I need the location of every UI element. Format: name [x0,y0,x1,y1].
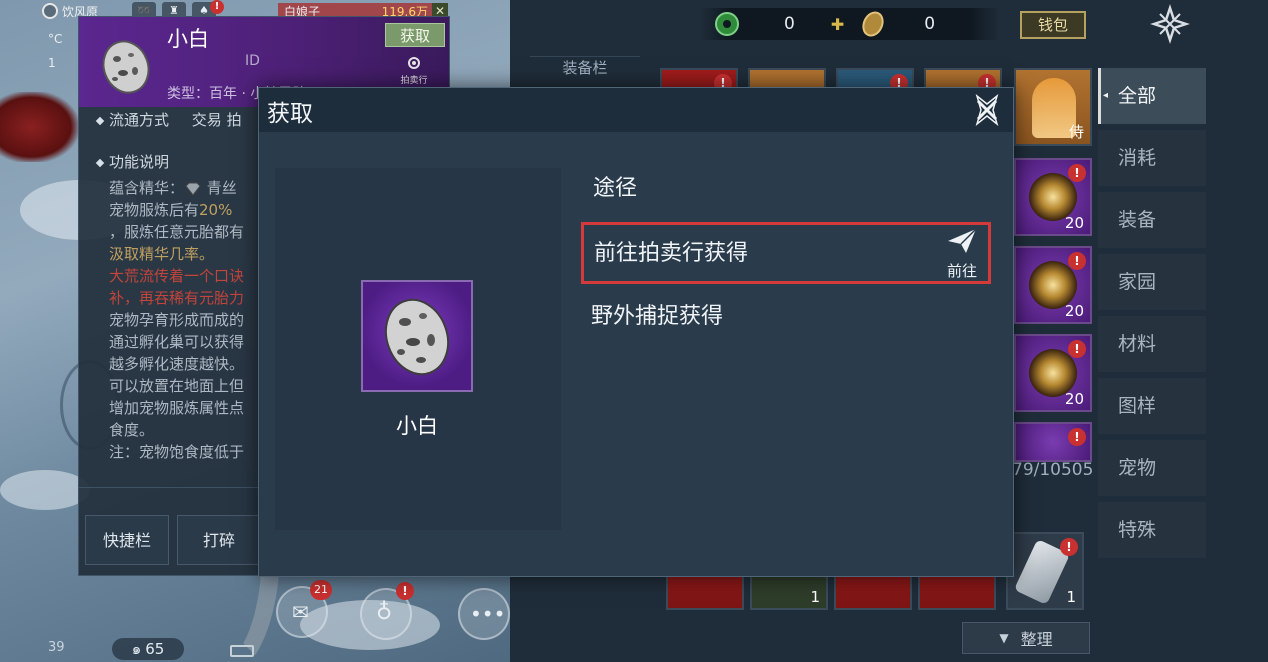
pet-egg-icon [384,298,450,376]
go-label: 前往 [946,262,977,280]
dialog-header: 获取 [259,88,1013,132]
route-auction-house[interactable]: 前往拍卖行获得 前往 [581,222,991,284]
obtain-dialog: 获取 小白 途径 前往拍卖行获得 前往 野外捕捉获得 [258,87,1014,577]
dialog-title: 获取 [267,101,313,127]
item-preview-icon [361,280,473,392]
go-button[interactable]: 前往 [942,227,982,279]
item-preview-name: 小白 [396,414,438,438]
route-section-title: 途径 [593,176,638,201]
route-label: 野外捕捉获得 [591,304,724,329]
close-icon[interactable] [971,94,1003,126]
route-wild-capture[interactable]: 野外捕捉获得 [581,288,991,350]
route-label: 前往拍卖行获得 [594,241,749,266]
paper-plane-icon [948,228,977,253]
